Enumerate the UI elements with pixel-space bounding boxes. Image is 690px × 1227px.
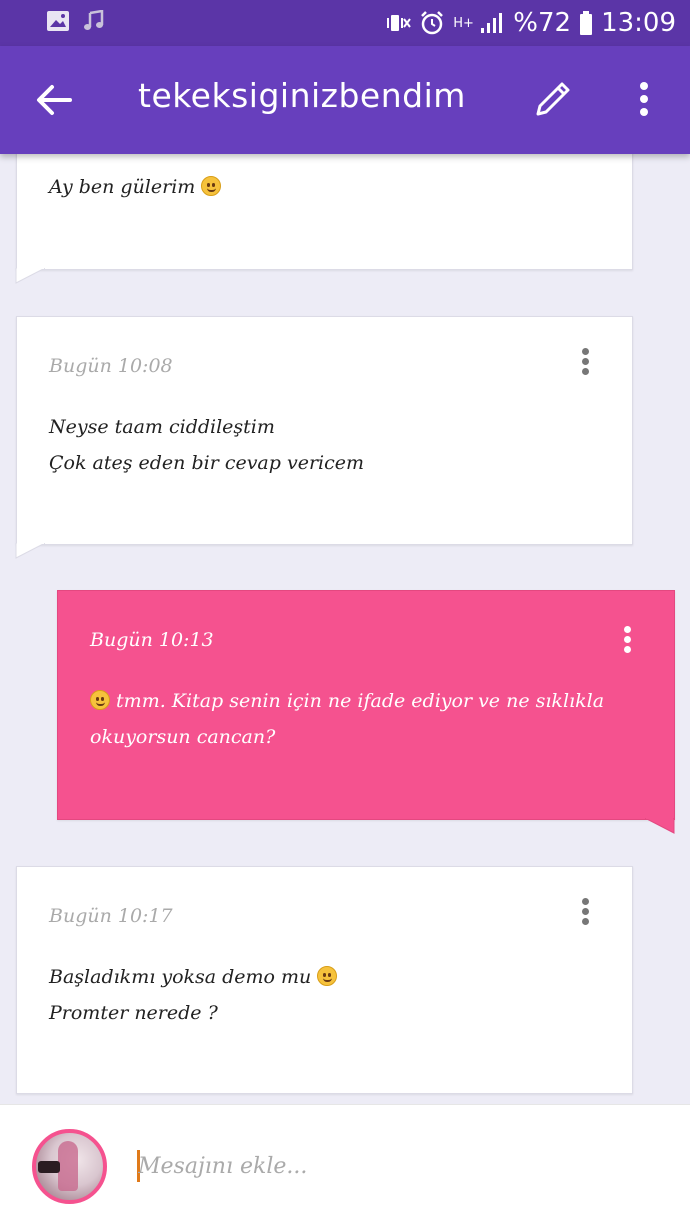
message-text: tmm. Kitap senin için ne ifade ediyor ve… [90,683,604,755]
message-menu-icon[interactable] [575,895,595,935]
system-status: H+ %72 13:09 [385,8,676,38]
mute-vibrate-icon [387,15,412,31]
message-timestamp: Bugün 10:08 [49,355,173,377]
message-line: okuyorsun cancan? [90,726,276,748]
message-text: Başladıkmı yoksa demo mu Promter nerede … [49,959,338,1031]
message-line: Promter nerede ? [49,1002,218,1024]
message-menu-icon[interactable] [617,623,637,663]
grin-emoji-icon [317,966,338,986]
app-bar: tekeksiginizbendim [0,46,690,154]
user-avatar[interactable] [32,1129,107,1204]
message-line: Neyse taam ciddileştim [49,416,275,438]
message-line: Çok ateş eden bir cevap vericem [49,452,365,474]
signal-icon [481,13,503,33]
battery-icon [580,11,593,35]
message-timestamp: Bugün 10:17 [49,905,173,927]
bubble-tail [645,818,675,834]
message-line: tmm. Kitap senin için ne ifade ediyor ve… [116,690,605,712]
clock: 13:09 [601,8,676,38]
message-line: Ay ben gülerim [49,176,196,198]
message-text: Neyse taam ciddileştim Çok ateş eden bir… [49,409,364,481]
laughing-emoji-icon [201,176,222,196]
bubble-tail [15,268,45,284]
battery-percent: %72 [513,8,572,38]
message-input[interactable] [138,1148,638,1184]
image-notification-icon [47,11,69,31]
my-message-card: Bugün 10:13 tmm. Kitap senin için ne ifa… [57,590,675,820]
alarm-icon [421,11,444,35]
message-menu-icon[interactable] [575,345,595,385]
conversation-title: tekeksiginizbendim [138,76,466,115]
bubble-tail [15,543,45,559]
music-notification-icon [84,10,104,30]
back-arrow-icon[interactable] [34,80,74,120]
message-line: Başladıkmı yoksa demo mu [49,966,312,988]
status-bar: H+ %72 13:09 [0,0,690,46]
more-options-icon[interactable] [628,76,660,122]
smile-emoji-icon [90,690,110,710]
notification-icons [46,10,106,32]
message-card: Ay ben gülerim [16,140,633,270]
message-timestamp: Bugün 10:13 [90,629,214,651]
network-type: H+ [453,15,474,31]
message-card: Bugün 10:17 Başladıkmı yoksa demo mu Pro… [16,866,633,1094]
message-card: Bugün 10:08 Neyse taam ciddileştim Çok a… [16,316,633,545]
message-text: Ay ben gülerim [49,169,222,205]
edit-pencil-icon[interactable] [530,76,576,122]
